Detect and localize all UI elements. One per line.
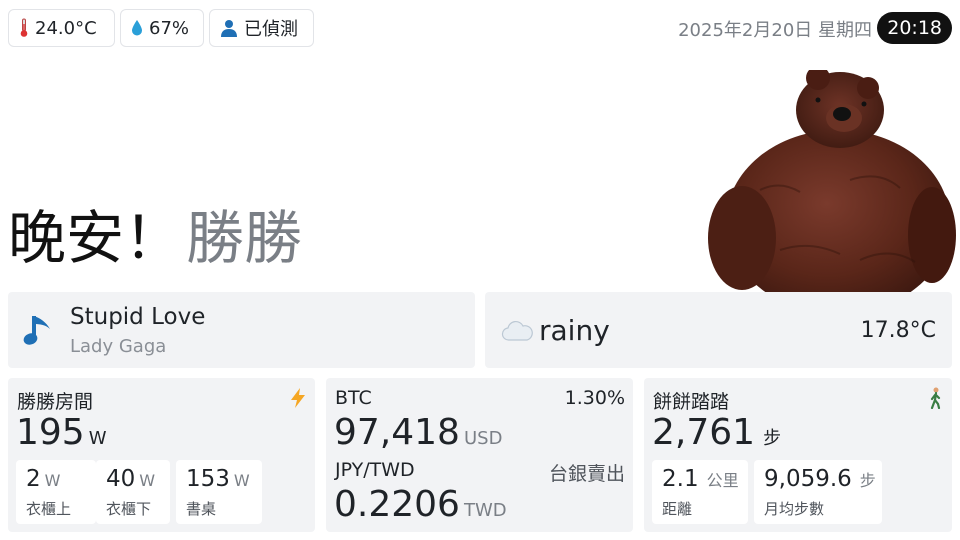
- power-item-unit: W: [44, 471, 61, 490]
- lightning-icon: [289, 387, 307, 414]
- room-power-card[interactable]: 勝勝房間 195 W 2W 衣櫃上 40 W 衣櫃下 153 W 書桌: [8, 378, 315, 532]
- power-item-label: 書桌: [186, 500, 217, 518]
- thermometer-icon: [19, 18, 29, 38]
- btc-price: 97,418 USD: [334, 412, 502, 453]
- clock-display: 20:18: [877, 12, 952, 44]
- steps-stat-unit: 公里: [706, 471, 739, 490]
- steps-stat: 2.1 公里 距離: [652, 460, 748, 524]
- power-item-label: 衣櫃上: [26, 500, 72, 518]
- power-total-unit: W: [88, 428, 107, 449]
- music-note-icon: [22, 312, 56, 352]
- btc-value: 97,418: [334, 412, 460, 453]
- btc-label: BTC: [335, 387, 372, 409]
- power-total: 195 W: [16, 412, 107, 453]
- steps-stat-label: 月均步數: [764, 500, 825, 518]
- humidity-value: 67%: [149, 17, 190, 39]
- water-drop-icon: [131, 19, 143, 37]
- bear-mascot-image: [690, 66, 960, 314]
- person-icon: [220, 19, 238, 37]
- btc-change: 1.30%: [564, 387, 625, 409]
- fx-label: JPY/TWD: [335, 459, 415, 481]
- steps-total: 2,761 步: [652, 412, 781, 453]
- power-item-value: 2: [26, 466, 41, 492]
- greeting-text: 晚安！: [8, 204, 183, 272]
- weather-card[interactable]: rainy 17.8°C: [485, 292, 952, 368]
- walking-person-icon: [928, 387, 944, 414]
- steps-card[interactable]: 餅餅踏踏 2,761 步 2.1 公里 距離 9,059.6 步 月均步數: [644, 378, 952, 532]
- fx-source: 台銀賣出: [548, 463, 625, 485]
- steps-stat-label: 距離: [662, 500, 693, 518]
- greeting-name: 勝勝: [186, 204, 303, 272]
- power-item: 153 W 書桌: [176, 460, 262, 524]
- cloud-icon: [501, 320, 533, 346]
- steps-stat-value: 9,059.6: [764, 466, 852, 492]
- power-item-unit: W: [233, 471, 250, 490]
- song-artist: Lady Gaga: [70, 336, 167, 357]
- steps-unit: 步: [763, 428, 782, 449]
- btc-unit: USD: [463, 428, 503, 449]
- power-item-value: 40: [106, 466, 136, 492]
- finance-card[interactable]: BTC 1.30% 97,418 USD JPY/TWD 台銀賣出 0.2206 T…: [326, 378, 633, 532]
- power-item-label: 衣櫃下: [106, 500, 152, 518]
- presence-status: 已偵測: [244, 19, 298, 40]
- steps-card-title: 餅餅踏踏: [653, 391, 730, 413]
- song-title: Stupid Love: [70, 304, 206, 330]
- power-item-unit: W: [139, 471, 156, 490]
- greeting: 晚安！勝勝: [8, 198, 302, 278]
- steps-value: 2,761: [652, 412, 756, 453]
- date-display: 2025年2月20日 星期四: [678, 20, 872, 41]
- weather-temperature: 17.8°C: [860, 318, 936, 343]
- fx-value: 0.2206: [334, 484, 460, 525]
- now-playing-card[interactable]: Stupid Love Lady Gaga: [8, 292, 475, 368]
- power-card-title: 勝勝房間: [17, 391, 94, 413]
- temperature-chip: 24.0°C: [8, 9, 115, 47]
- power-total-value: 195: [16, 412, 85, 453]
- steps-stat-value: 2.1: [662, 466, 699, 492]
- weather-condition: rainy: [539, 314, 610, 347]
- power-item: 40 W 衣櫃下: [96, 460, 170, 524]
- fx-unit: TWD: [463, 500, 507, 521]
- steps-stat: 9,059.6 步 月均步數: [754, 460, 882, 524]
- fx-rate: 0.2206 TWD: [334, 484, 507, 525]
- temperature-value: 24.0°C: [35, 17, 97, 39]
- presence-chip: 已偵測: [209, 9, 314, 47]
- steps-stat-unit: 步: [859, 471, 876, 490]
- power-item-value: 153: [186, 466, 230, 492]
- humidity-chip: 67%: [120, 9, 204, 47]
- power-item: 2W 衣櫃上: [16, 460, 96, 524]
